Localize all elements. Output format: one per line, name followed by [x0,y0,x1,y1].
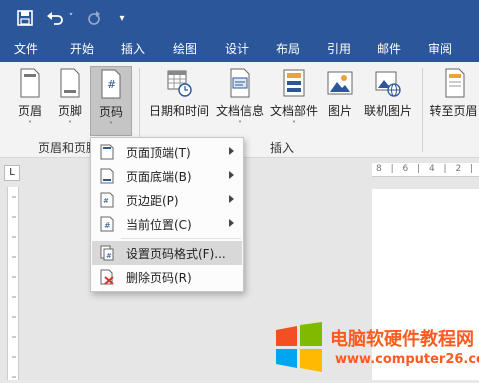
goto-header-icon [445,68,464,98]
header-icon [20,68,40,98]
chevron-down-icon: ˅ [238,120,242,129]
group-label-header-footer: 页眉和页脚 [38,141,99,155]
online-picture-label: 联机图片 [363,104,412,118]
submenu-arrow-icon [229,171,234,179]
menu-item-current-position[interactable]: # 当前位置(C) [92,212,242,236]
goto-header-button[interactable]: 转至页眉 [428,66,479,132]
svg-text:#: # [103,197,109,205]
title-bar: ˅ ▾ [0,0,479,36]
top-of-page-icon [100,144,114,160]
calendar-clock-icon [167,70,192,97]
remove-page-numbers-icon [100,269,114,285]
menu-tabs: 文件 开始 插入 绘图 设计 布局 引用 邮件 审阅 [0,36,479,62]
tab-draw[interactable]: 绘图 [173,40,197,57]
undo-icon[interactable] [44,8,66,28]
goto-header-label: 转至页眉 [429,104,478,118]
footer-label: 页脚 [57,104,82,118]
horizontal-ruler: 8 | 6 | 4 | 2 | [372,163,479,177]
menu-item-remove-page-numbers[interactable]: 删除页码(R) [92,265,242,289]
vertical-ruler: L [0,159,24,380]
menu-item-bottom-of-page[interactable]: 页面底端(B) [92,164,242,188]
tab-references[interactable]: 引用 [327,40,351,57]
document-info-icon [230,68,250,98]
group-label-insert: 插入 [270,141,295,155]
tab-home[interactable]: 开始 [70,40,94,57]
picture-label: 图片 [327,104,352,118]
menu-item-label: 当前位置(C) [126,217,192,232]
online-picture-icon [375,71,401,97]
document-parts-icon [283,69,305,97]
bottom-of-page-icon [100,168,114,184]
online-picture-button[interactable]: 联机图片 [360,66,416,132]
tab-review[interactable]: 审阅 [428,40,452,57]
tab-file[interactable]: 文件 [14,40,38,57]
chevron-down-icon: ˅ [292,120,296,129]
windows-logo-icon [276,322,322,372]
header-button[interactable]: 页眉 ˅ [12,66,48,132]
group-divider [422,68,423,152]
docparts-label: 文档部件 [269,104,318,118]
datetime-label: 日期和时间 [148,104,209,118]
format-page-numbers-icon: # [100,245,114,261]
watermark-title: 电脑软硬件教程网 [330,329,474,350]
tab-selector[interactable]: L [4,165,20,181]
menu-item-label: 页面底端(B) [126,169,192,184]
chevron-down-icon: ˅ [28,120,32,129]
picture-button[interactable]: 图片 [322,66,358,132]
current-position-icon: # [100,216,114,232]
footer-button[interactable]: 页脚 ˅ [52,66,88,132]
svg-text:#: # [106,252,112,260]
ruler-ticks [12,196,16,378]
undo-dropdown-icon[interactable]: ˅ [66,8,76,28]
page-number-button[interactable]: # 页码 ˅ [90,66,132,136]
tab-layout[interactable]: 布局 [276,40,300,57]
menu-item-label: 页面顶端(T) [126,145,191,160]
page-number-icon: # [101,69,121,99]
svg-text:#: # [107,78,116,91]
chevron-down-icon: ˅ [109,121,113,130]
tab-design[interactable]: 设计 [225,40,249,57]
watermark-url: www.computer26.com [335,352,479,367]
page-margins-icon: # [100,192,114,208]
docparts-button[interactable]: 文档部件 ˅ [268,66,320,132]
tab-mailings[interactable]: 邮件 [377,40,401,57]
docinfo-label: 文档信息 [215,104,264,118]
ruler-marks: 8 | 6 | 4 | 2 | [376,164,477,174]
submenu-arrow-icon [229,219,234,227]
page-number-menu: 页面顶端(T) 页面底端(B) # 页边距(P) # 当前位置(C) # 设置页… [90,137,244,292]
page-number-label: 页码 [98,105,123,119]
chevron-down-icon: ˅ [68,120,72,129]
menu-item-label: 页边距(P) [126,193,179,208]
save-icon[interactable] [14,8,36,28]
menu-item-top-of-page[interactable]: 页面顶端(T) [92,140,242,164]
redo-icon[interactable] [84,8,104,28]
tab-insert[interactable]: 插入 [121,40,145,57]
datetime-button[interactable]: 日期和时间 [146,66,212,132]
menu-item-label: 删除页码(R) [126,270,192,285]
footer-icon [60,68,80,98]
submenu-arrow-icon [229,195,234,203]
menu-item-label: 设置页码格式(F)... [126,246,226,261]
submenu-arrow-icon [229,147,234,155]
picture-icon [327,71,353,95]
docinfo-button[interactable]: 文档信息 ˅ [214,66,266,132]
svg-text:#: # [104,221,111,230]
header-label: 页眉 [17,104,42,118]
menu-item-page-margins[interactable]: # 页边距(P) [92,188,242,212]
menu-separator [121,238,241,239]
menu-item-format-page-numbers[interactable]: # 设置页码格式(F)... [92,241,242,265]
customize-qat-icon[interactable]: ▾ [116,8,128,28]
vertical-ruler-strip [7,187,19,380]
